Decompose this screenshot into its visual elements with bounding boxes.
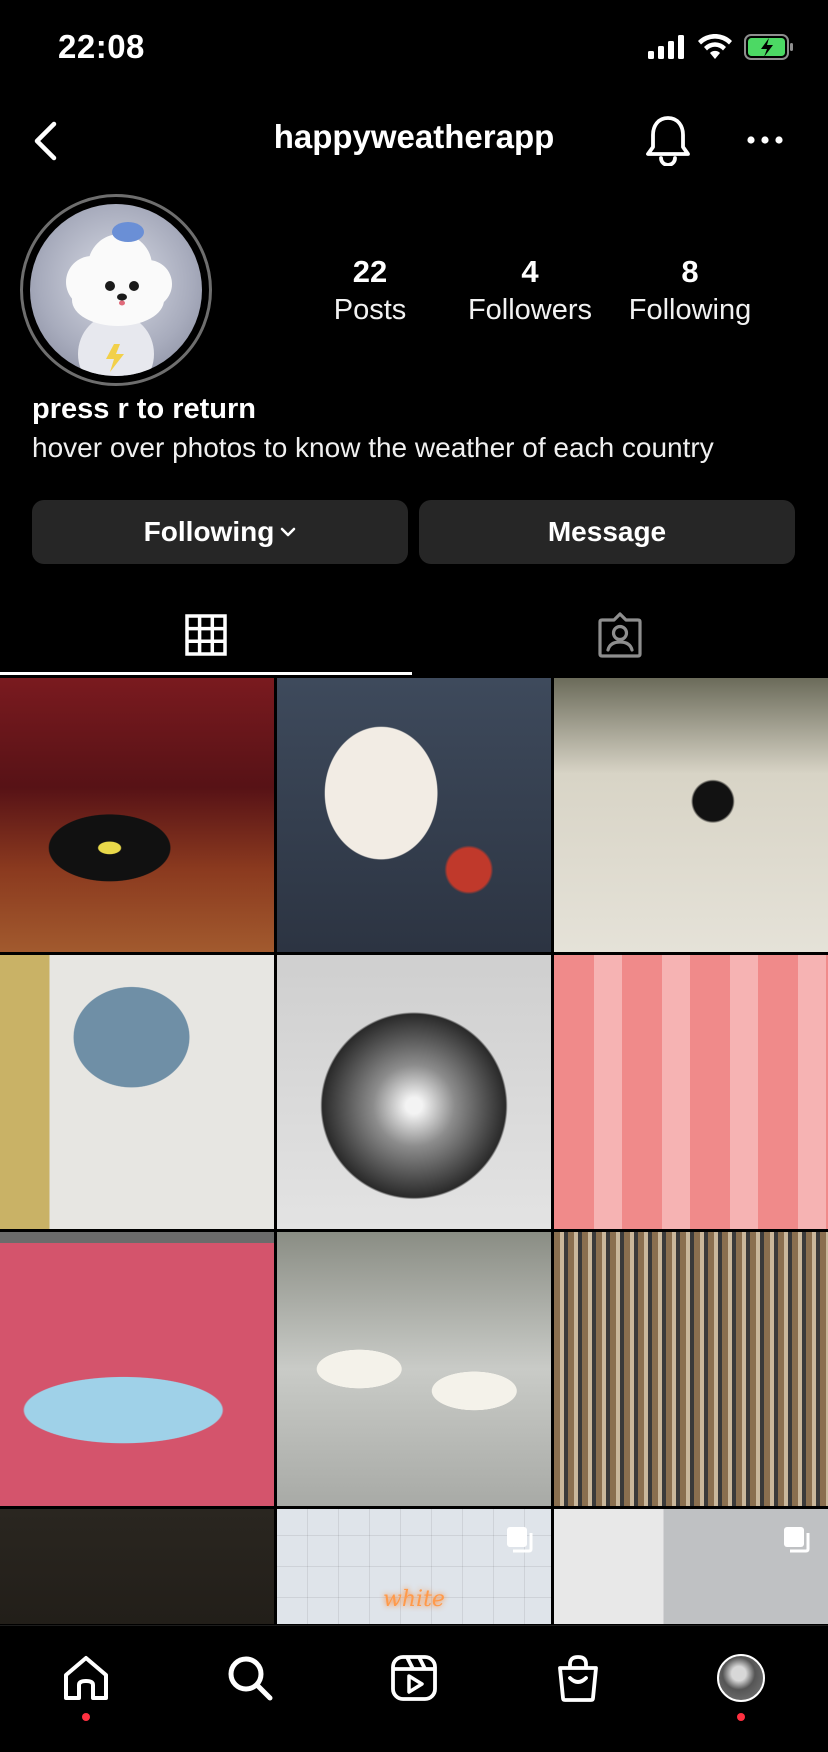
- post-thumbnail[interactable]: [277, 1232, 551, 1506]
- bell-icon: [646, 116, 690, 167]
- post-thumbnail[interactable]: [0, 955, 274, 1229]
- post-thumbnail[interactable]: white: [277, 1509, 551, 1624]
- status-time: 22:08: [58, 28, 145, 65]
- posts-label: Posts: [333, 294, 407, 326]
- status-icons: [648, 34, 794, 60]
- tab-tagged[interactable]: [414, 596, 826, 674]
- followers-label: Followers: [467, 294, 593, 326]
- post-thumbnail[interactable]: [0, 678, 274, 952]
- shop-icon: [558, 1655, 598, 1702]
- post-thumbnail[interactable]: [554, 1232, 828, 1506]
- following-button-label: Following: [143, 516, 275, 547]
- posts-count: 22: [352, 254, 388, 289]
- tab-shop[interactable]: [548, 1648, 608, 1708]
- profile-avatar-thumbnail: [717, 1654, 765, 1702]
- post-thumbnail[interactable]: [554, 955, 828, 1229]
- more-horizontal-icon: [747, 136, 783, 144]
- neon-sign-text: white: [383, 1587, 445, 1612]
- reels-icon: [391, 1655, 437, 1701]
- status-bar: 22:08: [0, 0, 828, 96]
- profile-avatar[interactable]: [20, 194, 212, 386]
- wifi-icon: [698, 34, 732, 59]
- posts-stat[interactable]: 22 Posts: [290, 254, 450, 330]
- following-button[interactable]: Following: [32, 500, 408, 564]
- tab-reels[interactable]: [384, 1648, 444, 1708]
- profile-username: happyweatherapp: [273, 118, 555, 155]
- post-thumbnail[interactable]: [277, 955, 551, 1229]
- more-options-button[interactable]: [742, 120, 788, 160]
- following-count: 8: [681, 254, 699, 289]
- following-stat[interactable]: 8 Following: [610, 254, 770, 330]
- profile-display-name: press r to return: [32, 393, 256, 425]
- followers-count: 4: [521, 254, 539, 289]
- home-notification-dot: [82, 1713, 90, 1721]
- search-icon: [228, 1656, 273, 1701]
- post-thumbnail[interactable]: [554, 1509, 828, 1624]
- home-icon: [64, 1656, 108, 1700]
- bottom-tab-bar: [0, 1625, 828, 1752]
- nav-bar: happyweatherapp: [0, 96, 828, 186]
- tab-home[interactable]: [56, 1648, 116, 1708]
- active-tab-indicator: [0, 672, 412, 675]
- signal-icon: [648, 35, 684, 59]
- profile-stats: 22 Posts 4 Followers 8 Following: [290, 254, 790, 334]
- cloud-character-image: [66, 222, 172, 376]
- grid-icon: [185, 614, 227, 656]
- profile-bio: hover over photos to know the weather of…: [32, 432, 714, 463]
- post-thumbnail[interactable]: [554, 678, 828, 952]
- battery-charging-icon: [744, 34, 793, 60]
- post-thumbnail[interactable]: [277, 678, 551, 952]
- tab-posts-grid[interactable]: [0, 596, 412, 674]
- message-button-label: Message: [547, 516, 667, 547]
- carousel-icon: [784, 1527, 810, 1553]
- followers-stat[interactable]: 4 Followers: [450, 254, 610, 330]
- chevron-down-icon: [281, 527, 296, 537]
- tagged-person-icon: [598, 612, 642, 658]
- avatar-image: [30, 204, 202, 376]
- post-thumbnail[interactable]: [0, 1509, 274, 1624]
- post-thumbnail[interactable]: [0, 1232, 274, 1506]
- tab-search[interactable]: [220, 1648, 280, 1708]
- profile-notification-dot: [737, 1713, 745, 1721]
- notifications-button[interactable]: [644, 114, 692, 167]
- carousel-icon: [507, 1527, 533, 1553]
- following-label: Following: [628, 294, 752, 326]
- message-button[interactable]: Message: [419, 500, 795, 564]
- tab-profile[interactable]: [711, 1648, 771, 1708]
- posts-grid: white: [0, 678, 828, 1624]
- profile-tabs: [0, 596, 828, 676]
